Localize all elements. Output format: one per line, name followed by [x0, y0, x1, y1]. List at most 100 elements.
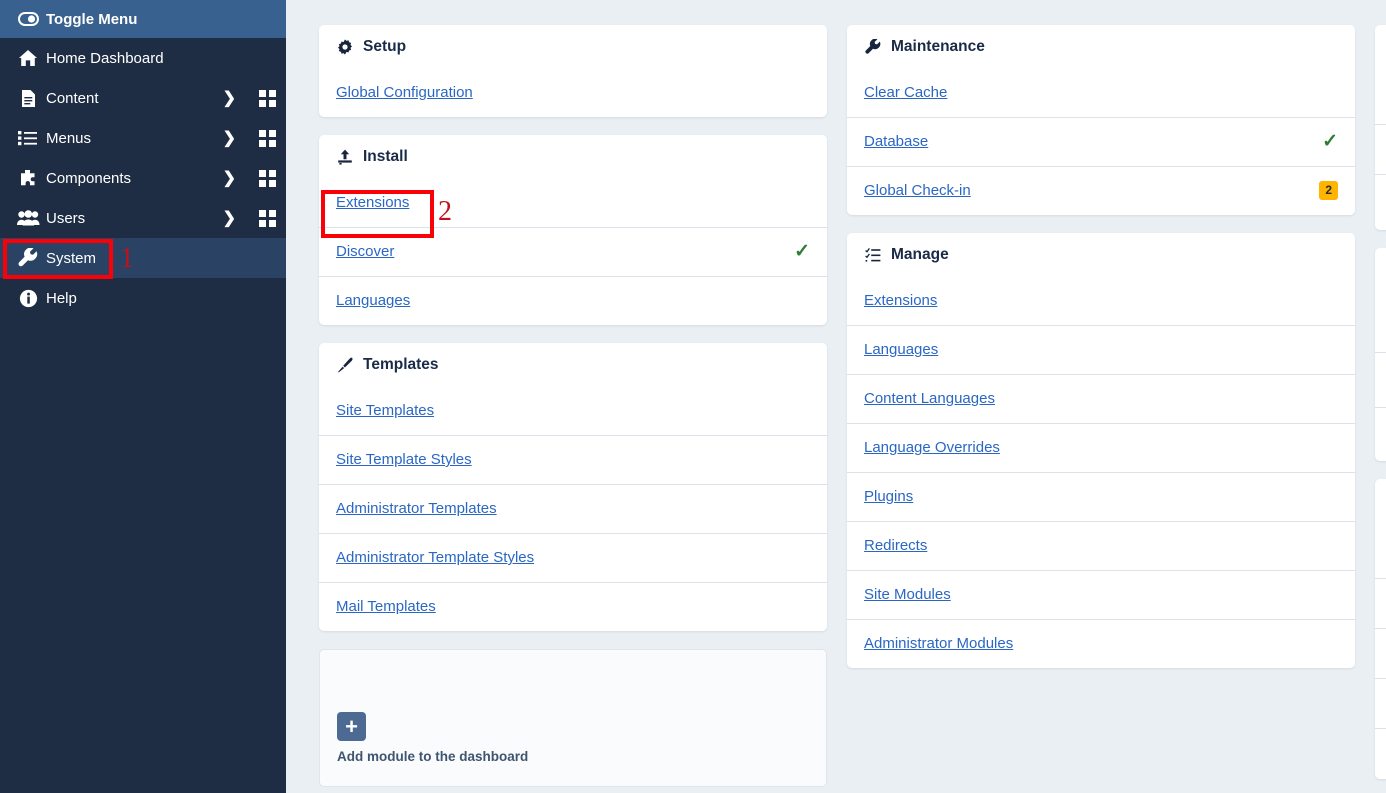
manage-row-language-overrides: Language Overrides	[847, 423, 1355, 472]
main-content: Setup Global Configuration Install Exten…	[286, 0, 1386, 793]
manage-link-extensions[interactable]: Extensions	[864, 292, 937, 309]
panel-templates: Templates Site Templates Site Template S…	[319, 343, 827, 631]
toggle-menu-label: Toggle Menu	[46, 10, 138, 28]
maintenance-row-clear-cache: Clear Cache	[847, 68, 1355, 117]
add-module-card[interactable]: + Add module to the dashboard	[319, 649, 827, 787]
manage-link-languages[interactable]: Languages	[864, 341, 938, 358]
panel-templates-header: Templates	[319, 343, 827, 386]
install-link-discover[interactable]: Discover	[336, 243, 394, 260]
templates-row-site-templates: Site Templates	[319, 386, 827, 435]
sidebar-item-label: Home Dashboard	[46, 49, 164, 67]
chevron-right-icon[interactable]: ❯	[223, 158, 236, 198]
sidebar-item-label: System	[46, 249, 97, 267]
link-global-check-in[interactable]: Global Check-in	[864, 182, 971, 199]
manage-row-administrator-modules: Administrator Modules	[847, 619, 1355, 668]
manage-row-redirects: Redirects	[847, 521, 1355, 570]
manage-row-site-modules: Site Modules	[847, 570, 1355, 619]
chevron-right-icon[interactable]: ❯	[223, 198, 236, 238]
maintenance-row-database: Database ✓	[847, 117, 1355, 166]
templates-row-administrator-template-styles: Administrator Template Styles	[319, 533, 827, 582]
manage-link-site-modules[interactable]: Site Modules	[864, 586, 951, 603]
link-administrator-templates[interactable]: Administrator Templates	[336, 500, 497, 517]
manage-link-content-languages[interactable]: Content Languages	[864, 390, 995, 407]
link-mail-templates[interactable]: Mail Templates	[336, 598, 436, 615]
sidebar-item-components[interactable]: Components ❯	[0, 158, 286, 198]
link-database[interactable]: Database	[864, 133, 928, 150]
manage-row-languages: Languages	[847, 325, 1355, 374]
chevron-right-icon[interactable]: ❯	[223, 118, 236, 158]
sidebar-item-home-dashboard[interactable]: Home Dashboard	[0, 38, 286, 78]
install-link-extensions[interactable]: Extensions	[336, 194, 409, 211]
templates-row-administrator-templates: Administrator Templates	[319, 484, 827, 533]
sidebar-item-users[interactable]: Users ❯	[0, 198, 286, 238]
panel-maintenance-header: Maintenance	[847, 25, 1355, 68]
home-icon	[10, 49, 46, 67]
users-icon	[10, 210, 46, 226]
admin-dashboard: Toggle Menu Home Dashboard Content ❯ Men…	[0, 0, 1386, 793]
grid-icon[interactable]	[259, 118, 276, 158]
install-row-discover: Discover ✓	[319, 227, 827, 276]
link-site-template-styles[interactable]: Site Template Styles	[336, 451, 472, 468]
check-icon: ✓	[794, 241, 810, 262]
sidebar-item-system[interactable]: System	[0, 238, 286, 278]
panel-offscreen-1	[1375, 25, 1386, 230]
dashboard-column-2: Maintenance Clear Cache Database ✓ Globa…	[847, 25, 1355, 668]
manage-link-redirects[interactable]: Redirects	[864, 537, 927, 554]
manage-row-plugins: Plugins	[847, 472, 1355, 521]
status-badge: 2	[1319, 180, 1338, 201]
toggle-menu-button[interactable]: Toggle Menu	[0, 0, 286, 38]
gear-icon	[336, 39, 354, 55]
panel-maintenance: Maintenance Clear Cache Database ✓ Globa…	[847, 25, 1355, 215]
upload-icon	[336, 149, 354, 165]
puzzle-icon	[10, 169, 46, 188]
chevron-right-icon[interactable]: ❯	[223, 78, 236, 118]
sidebar-item-content[interactable]: Content ❯	[0, 78, 286, 118]
panel-title: Templates	[363, 356, 439, 373]
templates-row-site-template-styles: Site Template Styles	[319, 435, 827, 484]
install-row-extensions: Extensions	[319, 178, 827, 227]
manage-link-plugins[interactable]: Plugins	[864, 488, 913, 505]
plus-icon[interactable]: +	[337, 712, 366, 741]
grid-icon[interactable]	[259, 198, 276, 238]
grid-icon[interactable]	[259, 158, 276, 198]
manage-row-content-languages: Content Languages	[847, 374, 1355, 423]
manage-link-language-overrides[interactable]: Language Overrides	[864, 439, 1000, 456]
dashboard-columns: Setup Global Configuration Install Exten…	[286, 0, 1386, 787]
panel-offscreen-2	[1375, 248, 1386, 461]
panel-setup-header: Setup	[319, 25, 827, 68]
sidebar-item-label: Users	[46, 209, 86, 227]
sidebar-item-label: Menus	[46, 129, 92, 147]
install-link-languages[interactable]: Languages	[336, 292, 410, 309]
list-icon	[10, 130, 46, 146]
link-site-templates[interactable]: Site Templates	[336, 402, 434, 419]
panel-manage-header: Manage	[847, 233, 1355, 276]
sidebar-item-label: Content	[46, 89, 99, 107]
panel-title: Setup	[363, 38, 407, 55]
manage-link-administrator-modules[interactable]: Administrator Modules	[864, 635, 1013, 652]
sidebar: Toggle Menu Home Dashboard Content ❯ Men…	[0, 0, 286, 793]
templates-row-mail-templates: Mail Templates	[319, 582, 827, 631]
toggle-icon	[10, 12, 46, 26]
manage-row-extensions: Extensions	[847, 276, 1355, 325]
sidebar-item-label: Help	[46, 289, 77, 307]
wrench-icon	[864, 39, 882, 55]
install-row-languages: Languages	[319, 276, 827, 325]
panel-setup: Setup Global Configuration	[319, 25, 827, 117]
add-module-caption: Add module to the dashboard	[337, 749, 529, 764]
dashboard-column-3	[1375, 25, 1386, 779]
link-clear-cache[interactable]: Clear Cache	[864, 84, 947, 101]
paintbrush-icon	[336, 357, 354, 373]
panel-manage: Manage Extensions Languages Content Lang…	[847, 233, 1355, 668]
setup-row-global-configuration: Global Configuration	[319, 68, 827, 117]
link-global-configuration[interactable]: Global Configuration	[336, 84, 473, 101]
grid-icon[interactable]	[259, 78, 276, 118]
dashboard-column-1: Setup Global Configuration Install Exten…	[319, 25, 827, 787]
link-administrator-template-styles[interactable]: Administrator Template Styles	[336, 549, 534, 566]
wrench-icon	[10, 248, 46, 268]
panel-title: Install	[363, 148, 408, 165]
sidebar-item-menus[interactable]: Menus ❯	[0, 118, 286, 158]
panel-title: Manage	[891, 246, 949, 263]
panel-title: Maintenance	[891, 38, 985, 55]
sidebar-item-help[interactable]: Help	[0, 278, 286, 318]
tasklist-icon	[864, 247, 882, 263]
